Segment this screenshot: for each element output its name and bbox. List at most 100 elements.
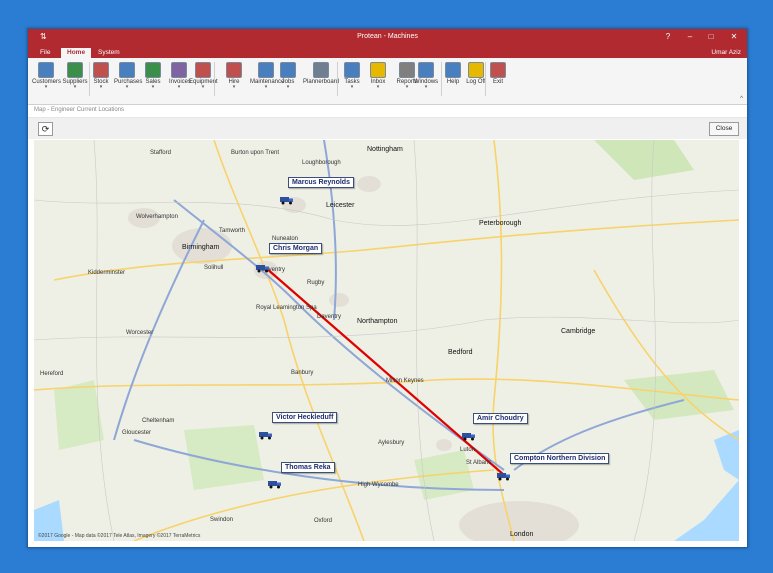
town-label: Wolverhampton (136, 214, 178, 220)
app-window: ⇅ Protean - Machines ? – □ ✕ File Home S… (27, 28, 748, 548)
purchases-icon (119, 62, 135, 78)
purchases-button[interactable]: Purchases ▾ (114, 60, 142, 100)
engineer-label[interactable]: Victor Heckleduff (272, 412, 338, 423)
town-label: High Wycombe (358, 482, 399, 488)
engineer-map[interactable]: Stafford Burton upon Trent Loughborough … (34, 140, 739, 541)
stock-button[interactable]: Stock ▾ (91, 60, 111, 100)
help-button[interactable]: Help (444, 60, 462, 100)
engineer-label[interactable]: Amir Choudry (473, 413, 528, 424)
engineer-van-icon[interactable] (268, 480, 282, 489)
chevron-down-icon[interactable]: ▾ (32, 85, 60, 90)
plannerboard-button[interactable]: Plannerboard (301, 60, 341, 100)
close-icon[interactable]: ✕ (727, 32, 741, 41)
town-label: Nuneaton (272, 236, 299, 242)
town-label: Birmingham (182, 244, 220, 251)
engineer-label[interactable]: Marcus Reynolds (288, 177, 354, 188)
ribbon-label: Exit (492, 79, 503, 85)
tab-system[interactable]: System (92, 48, 126, 58)
chevron-down-icon[interactable]: ▾ (114, 85, 140, 90)
ribbon-separator (441, 62, 442, 96)
minimize-icon[interactable]: – (683, 32, 697, 41)
engineer-van-icon[interactable] (259, 431, 273, 440)
invoices-icon (171, 62, 187, 78)
user-name[interactable]: Umar Aziz (711, 48, 741, 58)
town-label: Peterborough (479, 220, 522, 227)
town-label: Swindon (210, 517, 234, 523)
refresh-button[interactable]: ⟳ (38, 122, 53, 136)
ribbon-label: Plannerboard (302, 79, 340, 85)
maintenance-icon (258, 62, 274, 78)
windows-button[interactable]: Windows ▾ (412, 60, 440, 100)
engineer-van-icon[interactable] (462, 432, 476, 441)
jobs-button[interactable]: Jobs ▾ (277, 60, 299, 100)
exit-icon (490, 62, 506, 78)
suppliers-button[interactable]: Suppliers ▾ (61, 60, 89, 100)
tasks-button[interactable]: Tasks ▾ (341, 60, 363, 100)
town-label: Leicester (326, 202, 355, 209)
page-title: Map - Engineer Current Locations (34, 107, 125, 113)
town-label: Stafford (150, 150, 171, 156)
chevron-down-icon[interactable]: ▾ (169, 85, 189, 90)
customers-icon (38, 62, 54, 78)
suppliers-icon (67, 62, 83, 78)
chevron-down-icon[interactable]: ▾ (61, 85, 89, 90)
engineer-van-icon[interactable] (497, 472, 511, 481)
ribbon-separator (214, 62, 215, 96)
close-button[interactable]: Close (709, 122, 739, 136)
town-label: Loughborough (302, 160, 341, 166)
collapse-ribbon-icon[interactable]: ^ (740, 96, 743, 102)
town-label: Daventry (317, 314, 342, 320)
inbox-button[interactable]: Inbox ▾ (368, 60, 388, 100)
chevron-down-icon[interactable]: ▾ (412, 85, 440, 90)
maximize-icon[interactable]: □ (704, 32, 718, 41)
town-label: Kidderminster (88, 270, 126, 276)
chevron-down-icon[interactable]: ▾ (277, 85, 299, 90)
town-label: Oxford (314, 518, 333, 524)
map-base (34, 140, 739, 541)
sales-button[interactable]: Sales ▾ (141, 60, 165, 100)
title-bar: ⇅ Protean - Machines ? – □ ✕ (28, 29, 747, 47)
inbox-icon (370, 62, 386, 78)
chevron-down-icon[interactable]: ▾ (368, 85, 388, 90)
town-label: London (510, 531, 534, 538)
engineer-van-icon[interactable] (256, 264, 270, 273)
town-label: Worcester (126, 330, 154, 336)
town-label: Rugby (307, 280, 325, 286)
tasks-icon (344, 62, 360, 78)
chevron-down-icon[interactable]: ▾ (222, 85, 246, 90)
town-label: Hereford (40, 371, 64, 377)
ribbon-label: Help (446, 79, 460, 85)
log-off-button[interactable]: Log Off (466, 60, 486, 100)
town-label: Northampton (357, 318, 398, 325)
chevron-down-icon[interactable]: ▾ (141, 85, 165, 90)
town-label: Nottingham (367, 146, 403, 153)
town-label: Royal Leamington Spa (256, 305, 317, 311)
breadcrumb: Map - Engineer Current Locations (28, 105, 747, 118)
lock-icon (468, 62, 484, 78)
engineer-label[interactable]: Compton Northern Division (510, 453, 610, 464)
equipment-icon (195, 62, 211, 78)
hire-button[interactable]: Hire ▾ (222, 60, 246, 100)
map-attribution: ©2017 Google - Map data ©2017 Tele Atlas… (38, 533, 201, 539)
stock-icon (93, 62, 109, 78)
town-label: Bedford (448, 349, 473, 356)
town-label: Burton upon Trent (231, 150, 280, 156)
hire-icon (226, 62, 242, 78)
chevron-down-icon[interactable]: ▾ (91, 85, 111, 90)
customers-button[interactable]: Customers ▾ (32, 60, 61, 100)
tab-file[interactable]: File (34, 48, 56, 58)
equipment-button[interactable]: Equipment ▾ (189, 60, 218, 100)
chevron-down-icon[interactable]: ▾ (341, 85, 363, 90)
invoices-button[interactable]: Invoices ▾ (169, 60, 191, 100)
town-label: Milton Keynes (386, 378, 424, 384)
engineer-label[interactable]: Thomas Reka (281, 462, 335, 473)
exit-button[interactable]: Exit (490, 60, 506, 100)
engineer-label[interactable]: Chris Morgan (269, 243, 323, 254)
map-toolbar: ⟳ Close (28, 118, 747, 139)
town-label: Cheltenham (142, 418, 175, 424)
tab-home[interactable]: Home (61, 48, 92, 58)
help-icon[interactable]: ? (661, 32, 675, 41)
chevron-down-icon[interactable]: ▾ (189, 85, 217, 90)
help-icon (445, 62, 461, 78)
engineer-van-icon[interactable] (280, 196, 294, 205)
